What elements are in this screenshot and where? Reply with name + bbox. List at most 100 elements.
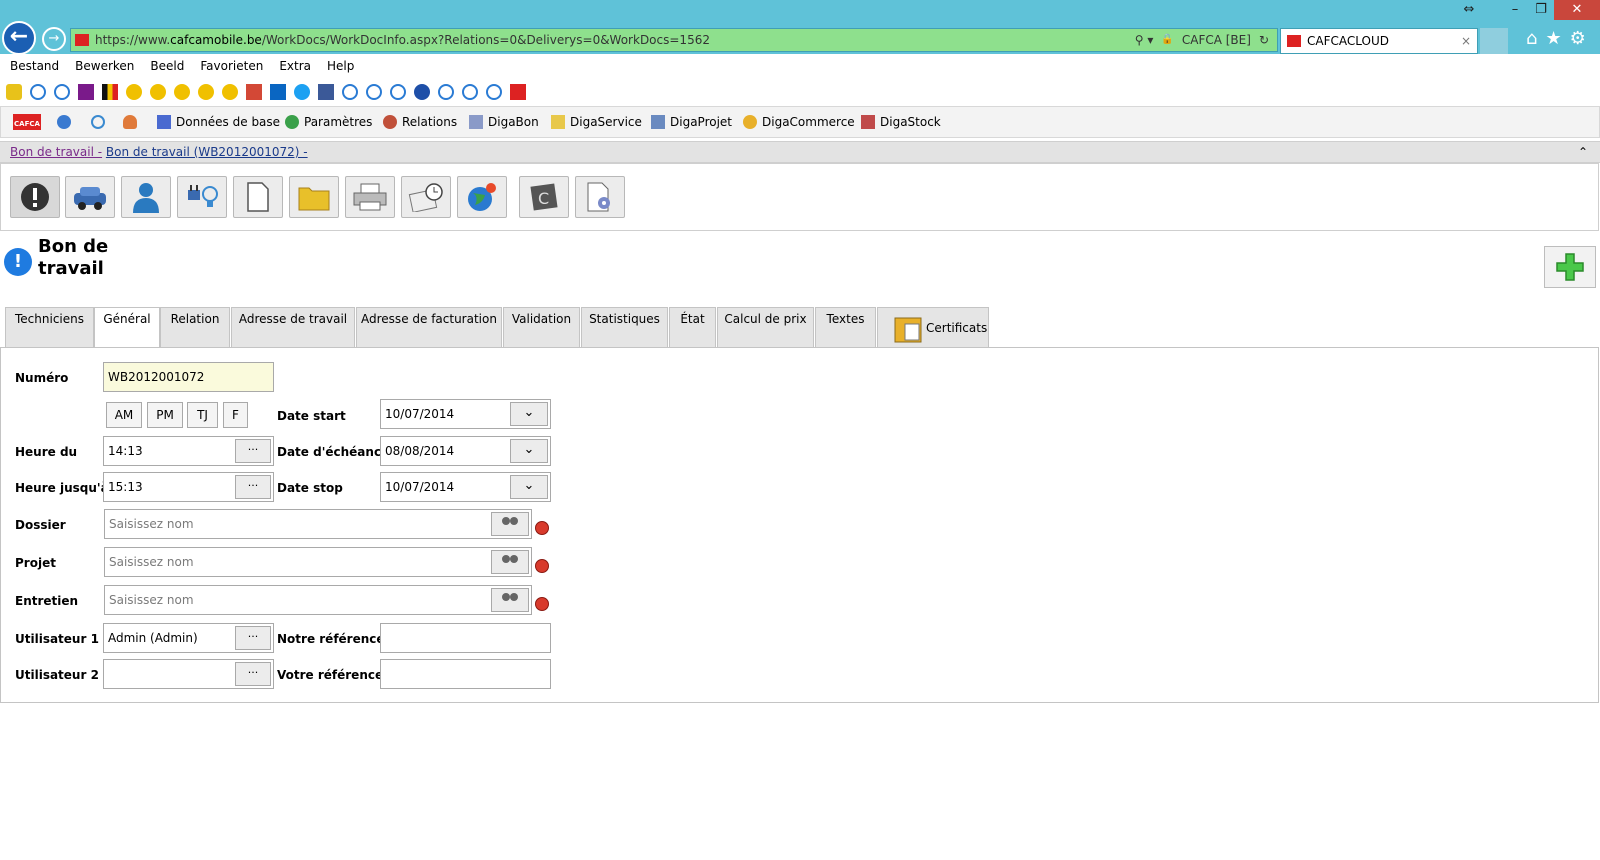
ie-page-icon[interactable] [54, 84, 70, 100]
utilisateur2-field[interactable]: ··· [103, 659, 274, 689]
gear-icon[interactable]: ⚙ [1570, 28, 1586, 50]
facebook-icon[interactable] [318, 84, 334, 100]
menu-bewerken[interactable]: Bewerken [75, 54, 134, 78]
forward-button[interactable]: → [42, 27, 66, 51]
date-start-dropdown-button[interactable]: ⌄ [510, 402, 548, 426]
add-favorite-icon[interactable] [6, 84, 22, 100]
ie-page-icon[interactable] [390, 84, 406, 100]
schedule-button[interactable] [401, 176, 451, 218]
print-button[interactable] [345, 176, 395, 218]
user-icon[interactable] [123, 115, 137, 129]
ie-page-icon[interactable] [30, 84, 46, 100]
google-plus-icon[interactable] [246, 84, 262, 100]
tab-statistiques[interactable]: Statistiques [581, 307, 668, 347]
clear-entretien-icon[interactable] [535, 597, 549, 611]
f-button[interactable]: F [223, 402, 248, 428]
web-button[interactable] [457, 176, 507, 218]
globe-icon[interactable] [414, 84, 430, 100]
tab-adresse-de-facturation[interactable]: Adresse de facturation [356, 307, 502, 347]
nav-digaprojet[interactable]: DigaProjet [651, 114, 732, 130]
yellow-site-icon[interactable] [222, 84, 238, 100]
heure-jusqua-picker-button[interactable]: ··· [235, 475, 271, 499]
utilisateur1-field[interactable]: Admin (Admin) ··· [103, 623, 274, 653]
date-echeance-dropdown-button[interactable]: ⌄ [510, 439, 548, 463]
nav-digabon[interactable]: DigaBon [469, 114, 539, 130]
collapse-icon[interactable]: ⌃ [1578, 142, 1588, 162]
heure-du-field[interactable]: 14:13 ··· [103, 436, 274, 466]
vehicle-button[interactable] [65, 176, 115, 218]
heure-du-picker-button[interactable]: ··· [235, 439, 271, 463]
utilities-button[interactable] [177, 176, 227, 218]
projet-search-input[interactable]: Saisissez nom [104, 547, 532, 577]
date-stop-field[interactable]: 10/07/2014 ⌄ [380, 472, 551, 502]
nav-relations[interactable]: Relations [383, 114, 457, 130]
browser-tab[interactable]: CAFCACLOUD × [1280, 28, 1478, 54]
twitter-icon[interactable] [294, 84, 310, 100]
person-button[interactable] [121, 176, 171, 218]
date-start-field[interactable]: 10/07/2014 ⌄ [380, 399, 551, 429]
date-stop-dropdown-button[interactable]: ⌄ [510, 475, 548, 499]
cafca-logo[interactable]: CAFCA [13, 114, 41, 130]
breadcrumb-link-bon-de-travail[interactable]: Bon de travail - [10, 145, 102, 159]
tab-calcul-de-prix[interactable]: Calcul de prix [717, 307, 814, 347]
belgium-flag-icon[interactable] [102, 84, 118, 100]
ie-page-icon[interactable] [438, 84, 454, 100]
tab-general[interactable]: Général [94, 307, 160, 349]
nav-digaservice[interactable]: DigaService [551, 114, 642, 130]
ie-page-icon[interactable] [486, 84, 502, 100]
tab-certificats[interactable]: Certificats [877, 307, 989, 347]
clear-dossier-icon[interactable] [535, 521, 549, 535]
tj-button[interactable]: TJ [187, 402, 218, 428]
ie-page-icon[interactable] [342, 84, 358, 100]
nav-digacommerce[interactable]: DigaCommerce [743, 114, 855, 130]
votre-reference-input[interactable] [380, 659, 551, 689]
tab-etat[interactable]: État [669, 307, 716, 347]
am-button[interactable]: AM [106, 402, 142, 428]
h-logo-icon[interactable] [78, 84, 94, 100]
ie-page-icon[interactable] [462, 84, 478, 100]
nav-digastock[interactable]: DigaStock [861, 114, 941, 130]
restore-arrows-icon[interactable]: ⇔ [1456, 0, 1482, 20]
yellow-site-icon[interactable] [126, 84, 142, 100]
info-button[interactable] [10, 176, 60, 218]
folder-button[interactable] [289, 176, 339, 218]
maximize-button[interactable]: ❐ [1528, 0, 1554, 20]
entretien-search-input[interactable]: Saisissez nom [104, 585, 532, 615]
home-icon[interactable]: ⌂ [1526, 28, 1537, 50]
favorites-star-icon[interactable]: ★ [1545, 28, 1561, 50]
heure-jusqua-field[interactable]: 15:13 ··· [103, 472, 274, 502]
nav-parametres[interactable]: Paramètres [285, 114, 372, 130]
tab-validation[interactable]: Validation [503, 307, 580, 347]
search-icon[interactable]: ⚲ ▾ [1135, 29, 1154, 51]
menu-beeld[interactable]: Beeld [150, 54, 184, 78]
dossier-lookup-button[interactable] [491, 512, 529, 536]
yellow-site-icon[interactable] [150, 84, 166, 100]
new-document-button[interactable] [233, 176, 283, 218]
close-window-button[interactable]: ✕ [1554, 0, 1600, 20]
utilisateur2-picker-button[interactable]: ··· [235, 662, 271, 686]
tab-close-button[interactable]: × [1461, 29, 1471, 53]
back-button[interactable]: ← [2, 21, 36, 55]
menu-help[interactable]: Help [327, 54, 354, 78]
projet-lookup-button[interactable] [491, 550, 529, 574]
tab-techniciens[interactable]: Techniciens [5, 307, 94, 347]
pm-button[interactable]: PM [147, 402, 183, 428]
yellow-site-icon[interactable] [198, 84, 214, 100]
tab-adresse-de-travail[interactable]: Adresse de travail [231, 307, 355, 347]
lock-icon[interactable]: 🔒 [1161, 29, 1173, 51]
nav-donnees-de-base[interactable]: Données de base [157, 114, 280, 130]
security-label[interactable]: CAFCA [BE] [1182, 29, 1251, 51]
clear-projet-icon[interactable] [535, 559, 549, 573]
new-tab-button[interactable] [1480, 28, 1508, 54]
menu-bestand[interactable]: Bestand [10, 54, 59, 78]
minimize-button[interactable]: – [1502, 0, 1528, 20]
cafca-button[interactable]: C [519, 176, 569, 218]
date-echeance-field[interactable]: 08/08/2014 ⌄ [380, 436, 551, 466]
sync-icon[interactable] [91, 115, 105, 129]
address-bar[interactable]: https://www.cafcamobile.be/WorkDocs/Work… [70, 28, 1278, 52]
linkedin-icon[interactable] [270, 84, 286, 100]
ie-page-icon[interactable] [366, 84, 382, 100]
notre-reference-input[interactable] [380, 623, 551, 653]
settings-document-button[interactable] [575, 176, 625, 218]
refresh-icon[interactable]: ↻ [1259, 29, 1269, 51]
